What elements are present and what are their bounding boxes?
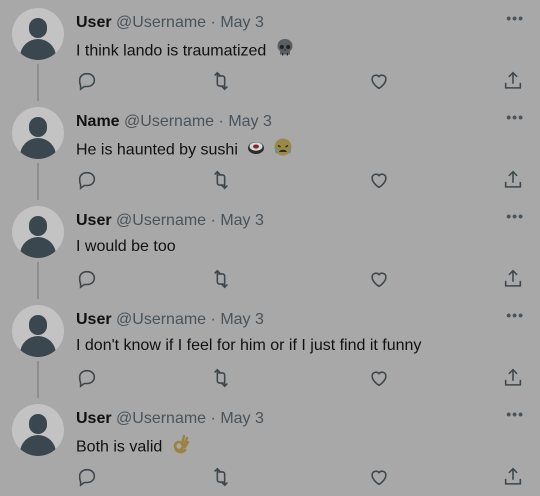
username-handle[interactable]: @Username: [116, 311, 206, 328]
share-icon[interactable]: [502, 169, 524, 191]
username-handle[interactable]: @Username: [116, 212, 206, 229]
tweet[interactable]: User @Username · May 3 ••• I would be to…: [0, 198, 540, 297]
tweet-date[interactable]: May 3: [220, 212, 264, 229]
like-icon[interactable]: [368, 268, 390, 290]
more-options-icon[interactable]: •••: [506, 208, 524, 224]
reply-icon[interactable]: [76, 268, 98, 290]
like-icon[interactable]: [368, 169, 390, 191]
tweet-date[interactable]: May 3: [220, 410, 264, 427]
retweet-icon[interactable]: [210, 466, 232, 488]
separator: ·: [210, 212, 216, 229]
avatar[interactable]: [12, 305, 64, 357]
share-icon[interactable]: [502, 70, 524, 92]
like-icon[interactable]: [368, 466, 390, 488]
like-icon[interactable]: [368, 367, 390, 389]
tweet-header: User @Username · May 3: [76, 13, 264, 33]
tweet-text-content: Both is valid: [76, 438, 163, 456]
retweet-icon[interactable]: [210, 70, 232, 92]
tweet-date[interactable]: May 3: [220, 311, 264, 328]
tweet-header: User @Username · May 3: [76, 211, 264, 231]
avatar[interactable]: [12, 107, 64, 159]
tweet-header: User @Username · May 3: [76, 310, 264, 330]
tweet-text: He is haunted by sushi: [76, 137, 293, 164]
reply-icon[interactable]: [76, 169, 98, 191]
share-icon[interactable]: [502, 367, 524, 389]
tweet-text-content: I don't know if I feel for him or if I j…: [76, 337, 422, 354]
tweet-actions: [76, 169, 526, 191]
retweet-icon[interactable]: [210, 367, 232, 389]
share-icon[interactable]: [502, 268, 524, 290]
sushi-emoji: [246, 137, 266, 164]
tweet[interactable]: User @Username · May 3 ••• Both is valid: [0, 396, 540, 495]
separator: ·: [210, 410, 216, 427]
reply-icon[interactable]: [76, 70, 98, 92]
tweet-actions: [76, 268, 526, 290]
ok-hand-emoji: [171, 434, 191, 461]
more-options-icon[interactable]: •••: [506, 10, 524, 26]
separator: ·: [210, 14, 216, 31]
display-name[interactable]: User: [76, 14, 112, 31]
tweet[interactable]: Name @Username · May 3 ••• He is haunted…: [0, 99, 540, 198]
tweet-text-content: He is haunted by sushi: [76, 141, 238, 159]
avatar[interactable]: [12, 404, 64, 456]
separator: ·: [218, 113, 224, 130]
retweet-icon[interactable]: [210, 169, 232, 191]
avatar[interactable]: [12, 206, 64, 258]
tweet-date[interactable]: May 3: [220, 14, 264, 31]
retweet-icon[interactable]: [210, 268, 232, 290]
tweet-header: Name @Username · May 3: [76, 112, 272, 132]
reply-icon[interactable]: [76, 466, 98, 488]
separator: ·: [210, 311, 216, 328]
tweet-thread: User @Username · May 3 ••• I think lando…: [0, 0, 540, 496]
more-options-icon[interactable]: •••: [506, 109, 524, 125]
tweet-actions: [76, 70, 526, 92]
share-icon[interactable]: [502, 466, 524, 488]
more-options-icon[interactable]: •••: [506, 406, 524, 422]
tweet-date[interactable]: May 3: [228, 113, 272, 130]
username-handle[interactable]: @Username: [116, 14, 206, 31]
username-handle[interactable]: @Username: [124, 113, 214, 130]
tweet-actions: [76, 367, 526, 389]
display-name[interactable]: User: [76, 212, 112, 229]
display-name[interactable]: Name: [76, 113, 120, 130]
display-name[interactable]: User: [76, 410, 112, 427]
skull-emoji: [275, 38, 295, 65]
tweet-header: User @Username · May 3: [76, 409, 264, 429]
avatar[interactable]: [12, 8, 64, 60]
reply-icon[interactable]: [76, 367, 98, 389]
tweet-text-content: I think lando is traumatized: [76, 42, 267, 60]
tweet-text: I think lando is traumatized: [76, 38, 295, 65]
display-name[interactable]: User: [76, 311, 112, 328]
username-handle[interactable]: @Username: [116, 410, 206, 427]
like-icon[interactable]: [368, 70, 390, 92]
tweet-text: Both is valid: [76, 434, 191, 461]
tweet-text-content: I would be too: [76, 238, 176, 255]
crying-face-emoji: [273, 137, 293, 164]
tweet[interactable]: User @Username · May 3 ••• I don't know …: [0, 297, 540, 396]
tweet-actions: [76, 466, 526, 488]
tweet-text: I would be too: [76, 236, 176, 258]
tweet-text: I don't know if I feel for him or if I j…: [76, 335, 421, 357]
tweet[interactable]: User @Username · May 3 ••• I think lando…: [0, 0, 540, 99]
more-options-icon[interactable]: •••: [506, 307, 524, 323]
